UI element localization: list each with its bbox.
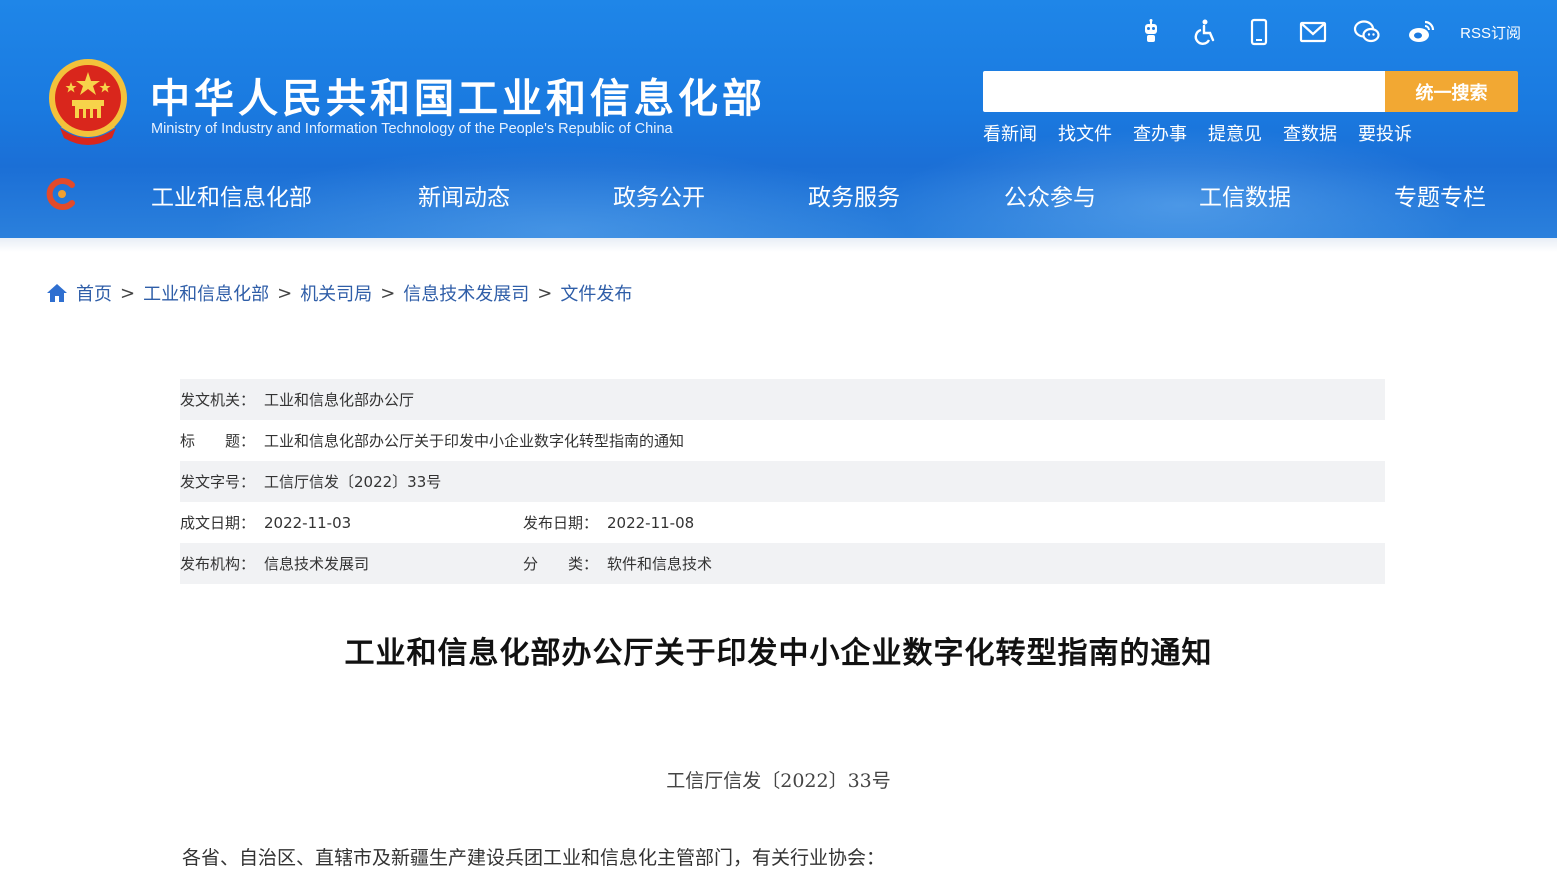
document-addressee: 各省、自治区、直辖市及新疆生产建设兵团工业和信息化主管部门，有关行业协会：	[182, 847, 886, 869]
org-value: 信息技术发展司	[264, 555, 370, 573]
breadcrumb: 首页 > 工业和信息化部 > 机关司局 > 信息技术发展司 > 文件发布	[46, 280, 632, 306]
nav-item-miit[interactable]: 工业和信息化部	[151, 178, 312, 212]
info-row-dates: 成文日期： 2022-11-03 发布日期： 2022-11-08	[180, 502, 1385, 543]
document-title: 工业和信息化部办公厅关于印发中小企业数字化转型指南的通知	[344, 636, 1213, 671]
quick-link-feedback[interactable]: 提意见	[1208, 120, 1262, 146]
published-date-label: 发布日期：	[523, 514, 599, 532]
issuer-label: 发文机关：	[180, 391, 256, 409]
quick-links: 看新闻 找文件 查办事 提意见 查数据 要投诉	[983, 120, 1412, 146]
site-header: 中华人民共和国工业和信息化部 Ministry of Industry and …	[0, 0, 1557, 238]
doc-number-label: 发文字号：	[180, 473, 256, 491]
quick-link-data[interactable]: 查数据	[1283, 120, 1337, 146]
search-input[interactable]	[983, 71, 1385, 112]
breadcrumb-separator: >	[120, 282, 136, 304]
main-nav: 工业和信息化部 新闻动态 政务公开 政务服务 公众参与 工信数据 专题专栏	[0, 168, 1557, 222]
category-label: 分 类：	[523, 555, 599, 573]
weibo-icon[interactable]	[1406, 17, 1436, 47]
quick-link-complaint[interactable]: 要投诉	[1358, 120, 1412, 146]
created-date-label: 成文日期：	[180, 514, 256, 532]
breadcrumb-home[interactable]: 首页	[76, 280, 112, 306]
quick-link-files[interactable]: 找文件	[1058, 120, 1112, 146]
published-date-value: 2022-11-08	[607, 513, 695, 532]
category-value: 软件和信息技术	[607, 555, 713, 573]
nav-item-topics[interactable]: 专题专栏	[1394, 178, 1486, 212]
nav-item-affairs-public[interactable]: 政务公开	[613, 178, 705, 212]
mail-icon[interactable]	[1298, 17, 1328, 47]
rss-link[interactable]: RSS订阅	[1460, 22, 1521, 43]
info-row-org: 发布机构： 信息技术发展司 分 类： 软件和信息技术	[180, 543, 1385, 584]
breadcrumb-file-release[interactable]: 文件发布	[560, 280, 632, 306]
published-date: 发布日期： 2022-11-08	[523, 512, 694, 533]
search-button[interactable]: 统一搜索	[1385, 71, 1518, 112]
category: 分 类： 软件和信息技术	[523, 553, 712, 574]
breadcrumb-bureaus[interactable]: 机关司局	[300, 280, 372, 306]
breadcrumb-separator: >	[537, 282, 553, 304]
document-info-table: 发文机关： 工业和信息化部办公厅 标 题： 工业和信息化部办公厅关于印发中小企业…	[180, 379, 1385, 584]
breadcrumb-separator: >	[277, 282, 293, 304]
site-subtitle: Ministry of Industry and Information Tec…	[151, 121, 673, 137]
issuer-value: 工业和信息化部办公厅	[264, 391, 415, 409]
created-date-value: 2022-11-03	[264, 513, 352, 532]
info-row-doc-number: 发文字号： 工信厅信发〔2022〕33号	[180, 461, 1385, 502]
header-divider	[0, 238, 1557, 252]
document-number: 工信厅信发〔2022〕33号	[666, 770, 891, 792]
nav-item-data[interactable]: 工信数据	[1199, 178, 1291, 212]
national-emblem-icon	[49, 59, 127, 145]
title-label: 标 题：	[180, 432, 256, 450]
nav-item-participation[interactable]: 公众参与	[1004, 178, 1096, 212]
site-title: 中华人民共和国工业和信息化部	[150, 76, 766, 122]
info-row-issuer: 发文机关： 工业和信息化部办公厅	[180, 379, 1385, 420]
info-row-title: 标 题： 工业和信息化部办公厅关于印发中小企业数字化转型指南的通知	[180, 420, 1385, 461]
robot-icon[interactable]	[1136, 17, 1166, 47]
nav-item-affairs-service[interactable]: 政务服务	[808, 178, 900, 212]
wechat-icon[interactable]	[1352, 17, 1382, 47]
header-toolbar: RSS订阅	[1136, 14, 1521, 50]
page: 中华人民共和国工业和信息化部 Ministry of Industry and …	[0, 0, 1557, 885]
breadcrumb-it-dept[interactable]: 信息技术发展司	[403, 280, 529, 306]
nav-item-news[interactable]: 新闻动态	[418, 178, 510, 212]
home-icon[interactable]	[46, 283, 68, 303]
doc-number-value: 工信厅信发〔2022〕33号	[264, 473, 442, 491]
quick-link-services[interactable]: 查办事	[1133, 120, 1187, 146]
mobile-icon[interactable]	[1244, 17, 1274, 47]
org-label: 发布机构：	[180, 555, 256, 573]
accessibility-icon[interactable]	[1190, 17, 1220, 47]
breadcrumb-separator: >	[380, 282, 396, 304]
breadcrumb-miit[interactable]: 工业和信息化部	[143, 280, 269, 306]
quick-link-news[interactable]: 看新闻	[983, 120, 1037, 146]
title-value: 工业和信息化部办公厅关于印发中小企业数字化转型指南的通知	[264, 432, 685, 450]
